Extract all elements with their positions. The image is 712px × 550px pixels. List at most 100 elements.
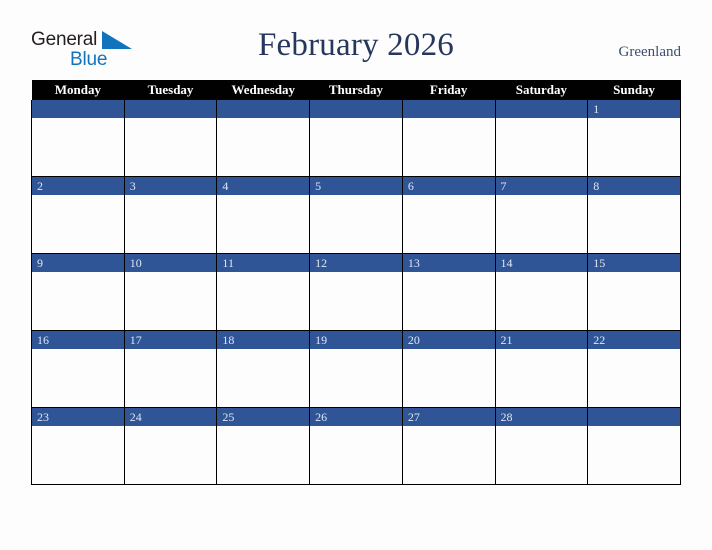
day-events-area[interactable] [495, 349, 588, 407]
day-events-area[interactable] [402, 118, 495, 176]
day-events-area[interactable] [32, 349, 124, 407]
day-cell[interactable]: 19 [309, 330, 403, 408]
day-number: 10 [129, 256, 142, 270]
day-cell[interactable]: 13 [401, 253, 496, 331]
day-cell[interactable]: 17 [123, 330, 218, 408]
day-number: 19 [315, 333, 328, 347]
day-events-area[interactable] [32, 118, 124, 176]
day-events-area[interactable] [310, 349, 402, 407]
calendar-page: General Blue February 2026 Greenland Mon… [0, 0, 712, 550]
day-events-area[interactable] [588, 118, 680, 176]
day-cell[interactable] [309, 100, 403, 177]
day-events-area[interactable] [310, 118, 402, 176]
weekday-header-thursday: Thursday [309, 80, 403, 100]
day-cell[interactable]: 26 [309, 407, 403, 485]
day-events-area[interactable] [217, 118, 310, 176]
day-number: 28 [500, 410, 513, 424]
day-events-area[interactable] [402, 195, 495, 253]
weekday-header-wednesday: Wednesday [216, 80, 310, 100]
day-cell[interactable]: 18 [216, 330, 311, 408]
day-events-area[interactable] [588, 195, 680, 253]
day-events-area[interactable] [495, 426, 588, 484]
day-cell[interactable]: 25 [216, 407, 311, 485]
day-number: 18 [222, 333, 235, 347]
weekday-header-sunday: Sunday [587, 80, 681, 100]
day-events-area[interactable] [310, 426, 402, 484]
day-events-area[interactable] [124, 195, 217, 253]
day-cell[interactable]: 12 [309, 253, 403, 331]
day-events-area[interactable] [124, 272, 217, 330]
day-events-area[interactable] [495, 118, 588, 176]
day-number: 27 [407, 410, 420, 424]
day-cell[interactable]: 16 [31, 330, 125, 408]
day-cell[interactable]: 28 [494, 407, 589, 485]
day-number: 15 [593, 256, 606, 270]
day-events-area[interactable] [217, 195, 310, 253]
day-cell[interactable] [31, 100, 125, 177]
day-events-area[interactable] [217, 426, 310, 484]
day-cell[interactable]: 11 [216, 253, 311, 331]
day-events-area[interactable] [32, 195, 124, 253]
day-number: 5 [315, 179, 322, 193]
day-events-area[interactable] [124, 426, 217, 484]
day-events-area[interactable] [124, 118, 217, 176]
day-cell[interactable]: 3 [123, 176, 218, 254]
day-number: 1 [593, 102, 600, 116]
week-row: 2 3 4 5 6 7 8 [31, 176, 681, 254]
day-cell[interactable] [123, 100, 218, 177]
day-cell[interactable]: 15 [587, 253, 681, 331]
day-cell[interactable]: 7 [494, 176, 589, 254]
day-events-area[interactable] [217, 349, 310, 407]
day-cell[interactable]: 22 [587, 330, 681, 408]
day-cell[interactable]: 8 [587, 176, 681, 254]
day-cell[interactable]: 14 [494, 253, 589, 331]
day-events-area[interactable] [310, 272, 402, 330]
day-cell[interactable]: 5 [309, 176, 403, 254]
day-events-area[interactable] [495, 272, 588, 330]
day-events-area[interactable] [588, 349, 680, 407]
day-number: 2 [37, 179, 43, 193]
day-number: 4 [222, 179, 229, 193]
day-cell[interactable]: 20 [401, 330, 496, 408]
day-cell[interactable] [216, 100, 311, 177]
day-cell[interactable]: 24 [123, 407, 218, 485]
day-number: 11 [222, 256, 234, 270]
day-cell[interactable]: 27 [401, 407, 496, 485]
day-cell[interactable]: 4 [216, 176, 311, 254]
day-cell[interactable]: 10 [123, 253, 218, 331]
day-number: 21 [500, 333, 513, 347]
weekday-header-friday: Friday [402, 80, 496, 100]
day-number: 24 [129, 410, 142, 424]
calendar-grid: Monday Tuesday Wednesday Thursday Friday… [31, 80, 681, 485]
day-events-area[interactable] [32, 426, 124, 484]
day-number: 22 [593, 333, 606, 347]
day-events-area[interactable] [124, 349, 217, 407]
day-cell[interactable] [401, 100, 496, 177]
day-number: 7 [500, 179, 507, 193]
day-events-area[interactable] [217, 272, 310, 330]
day-events-area[interactable] [588, 272, 680, 330]
day-events-area[interactable] [310, 195, 402, 253]
day-number: 6 [407, 179, 414, 193]
day-cell[interactable]: 9 [31, 253, 125, 331]
day-events-area[interactable] [588, 426, 680, 484]
day-number: 12 [315, 256, 328, 270]
day-cell[interactable]: 1 [587, 100, 681, 177]
day-events-area[interactable] [495, 195, 588, 253]
day-cell[interactable]: 21 [494, 330, 589, 408]
day-cell[interactable] [587, 407, 681, 485]
day-cell[interactable] [494, 100, 589, 177]
day-cell[interactable]: 6 [401, 176, 496, 254]
day-events-area[interactable] [402, 349, 495, 407]
day-cell[interactable]: 23 [31, 407, 125, 485]
day-number: 16 [37, 333, 49, 347]
day-cell[interactable]: 2 [31, 176, 125, 254]
day-number: 23 [37, 410, 49, 424]
weekday-header-saturday: Saturday [495, 80, 588, 100]
day-events-area[interactable] [402, 272, 495, 330]
day-number: 13 [407, 256, 420, 270]
day-events-area[interactable] [402, 426, 495, 484]
day-number: 17 [129, 333, 142, 347]
day-events-area[interactable] [32, 272, 124, 330]
day-number: 9 [37, 256, 43, 270]
